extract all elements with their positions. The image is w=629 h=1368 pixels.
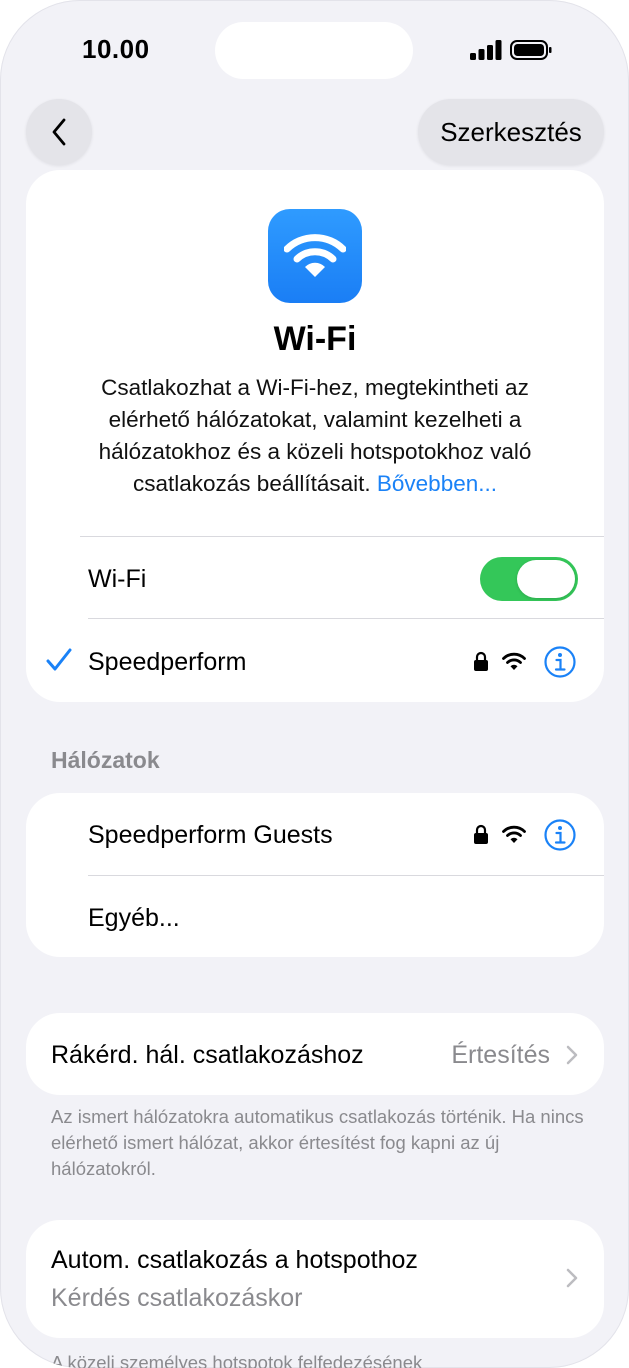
auto-join-hotspot-row[interactable]: Autom. csatlakozás a hotspothoz Kérdés c…	[26, 1220, 604, 1338]
learn-more-link[interactable]: Bővebben...	[377, 471, 497, 496]
back-button[interactable]	[26, 99, 92, 165]
connected-network-name[interactable]: Speedperform	[88, 648, 246, 677]
ask-to-join-label: Rákérd. hál. csatlakozáshoz	[51, 1041, 364, 1069]
ask-to-join-row[interactable]: Rákérd. hál. csatlakozáshoz Értesítés	[26, 1013, 604, 1095]
status-time: 10.00	[82, 34, 150, 64]
wifi-signal-icon	[502, 825, 526, 843]
other-network-item[interactable]: Egyéb...	[88, 904, 180, 933]
phone-screen: 10.00 Szerkesztés Wi-Fi Csatlakozhat a W…	[0, 0, 629, 1368]
divider	[88, 875, 604, 876]
wifi-toggle[interactable]	[480, 557, 578, 601]
checkmark-icon	[46, 648, 72, 671]
divider	[80, 536, 604, 537]
wifi-description: Csatlakozhat a Wi-Fi-hez, megtekintheti …	[66, 372, 564, 500]
lock-icon	[474, 651, 488, 671]
wifi-signal-icon	[502, 652, 526, 670]
page-title: Wi-Fi	[273, 320, 357, 358]
dynamic-island	[215, 22, 413, 79]
divider	[88, 618, 604, 619]
battery-icon	[510, 40, 552, 60]
wifi-toggle-label: Wi-Fi	[88, 565, 147, 593]
wifi-settings-card: Wi-Fi Csatlakozhat a Wi-Fi-hez, megtekin…	[26, 170, 604, 702]
ask-to-join-value: Értesítés	[451, 1041, 550, 1069]
network-item[interactable]: Speedperform Guests	[88, 821, 333, 850]
chevron-right-icon	[566, 1045, 578, 1065]
toggle-knob	[517, 560, 575, 598]
wifi-icon	[284, 234, 346, 277]
chevron-left-icon	[52, 118, 66, 146]
chevron-right-icon	[566, 1268, 578, 1288]
ask-to-join-footnote: Az ismert hálózatokra automatikus csatla…	[51, 1106, 584, 1179]
auto-hotspot-label: Autom. csatlakozás a hotspothoz	[51, 1246, 418, 1274]
networks-section-header: Hálózatok	[51, 747, 160, 773]
cellular-signal-icon	[470, 40, 502, 60]
wifi-app-icon	[268, 209, 362, 303]
auto-hotspot-value: Kérdés csatlakozáskor	[51, 1284, 303, 1312]
auto-hotspot-footnote: A közeli személyes hotspotok felfedezésé…	[51, 1352, 423, 1368]
info-icon[interactable]	[544, 819, 576, 851]
lock-icon	[474, 824, 488, 844]
info-icon[interactable]	[544, 646, 576, 678]
networks-card: Speedperform Guests Egyéb...	[26, 793, 604, 957]
edit-button[interactable]: Szerkesztés	[418, 99, 604, 165]
